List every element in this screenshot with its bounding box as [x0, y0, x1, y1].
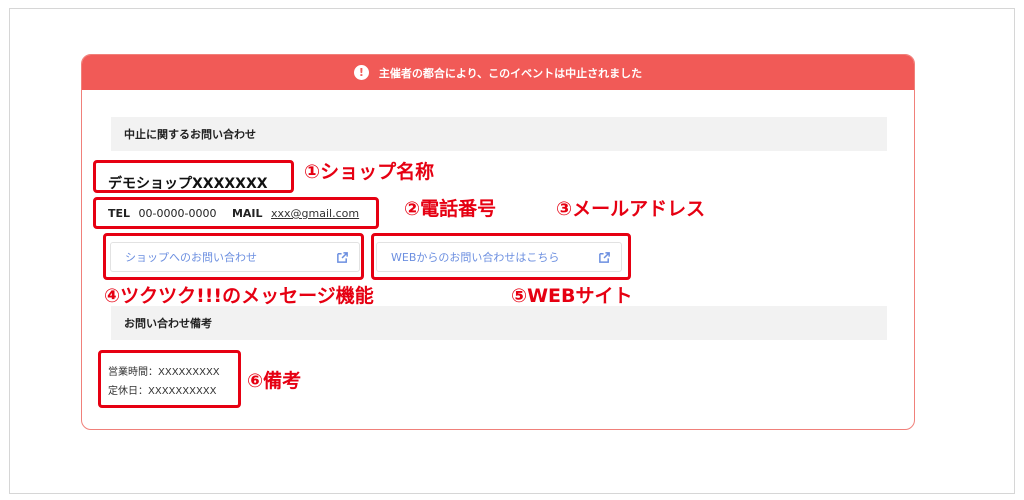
inquiry-section-title: 中止に関するお問い合わせ	[111, 117, 887, 151]
annotation-email: ③メールアドレス	[556, 198, 706, 220]
annotation-message-feature: ④ツクツク!!!のメッセージ機能	[104, 285, 374, 307]
annotation-box-web-inquiry	[371, 233, 631, 280]
annotation-website: ⑤WEBサイト	[511, 285, 633, 307]
annotation-phone: ②電話番号	[404, 198, 497, 220]
cancel-banner: ! 主催者の都合により、このイベントは中止されました	[82, 55, 914, 90]
annotation-box-contact	[93, 197, 379, 229]
annotation-box-shop-inquiry	[103, 233, 364, 280]
annotation-box-shop-name	[93, 160, 294, 193]
annotation-box-notes	[98, 350, 241, 408]
alert-icon: !	[353, 65, 369, 80]
cancel-message: 主催者の都合により、このイベントは中止されました	[378, 66, 643, 80]
annotation-shop-name: ①ショップ名称	[304, 161, 435, 183]
notes-section-title: お問い合わせ備考	[111, 306, 887, 340]
annotation-notes: ⑥備考	[247, 370, 302, 392]
